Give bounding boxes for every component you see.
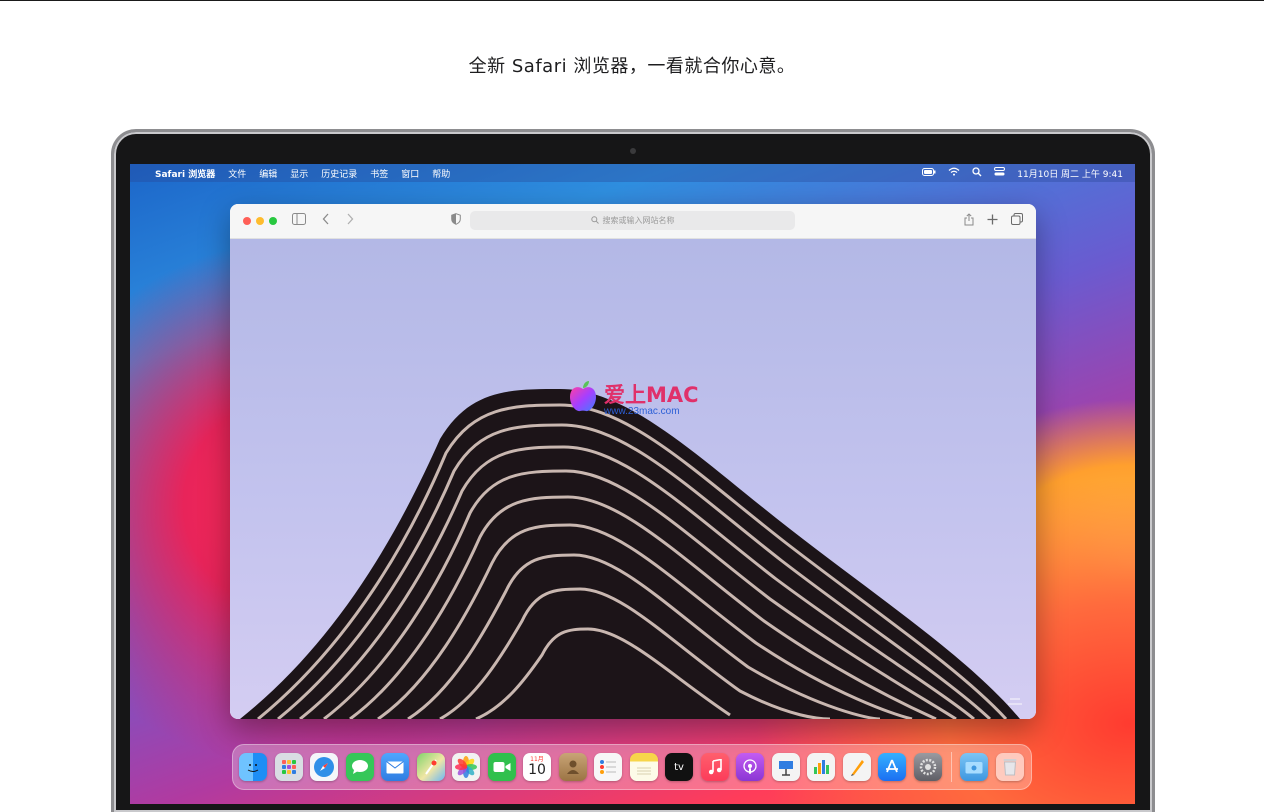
address-placeholder: 搜索或输入网站名称 <box>602 216 675 225</box>
privacy-shield-icon[interactable] <box>451 213 461 229</box>
camera-dot <box>630 148 636 154</box>
search-icon <box>590 215 599 226</box>
calendar-day: 10 <box>528 762 546 778</box>
launchpad-icon[interactable] <box>274 753 303 781</box>
numbers-icon[interactable] <box>807 753 835 781</box>
tv-label: tv <box>674 761 684 773</box>
battery-icon[interactable] <box>922 167 936 179</box>
tv-icon[interactable]: tv <box>665 753 693 781</box>
menu-history[interactable]: 历史记录 <box>321 167 357 180</box>
app-store-icon[interactable] <box>878 753 906 781</box>
browser-page-content: 爱上MAC www.23mac.com <box>230 239 1036 719</box>
watermark-url: www.23mac.com <box>604 406 680 417</box>
back-icon[interactable] <box>322 213 330 229</box>
facetime-icon[interactable] <box>487 753 516 781</box>
minimize-window-button[interactable] <box>256 217 264 225</box>
sidebar-icon[interactable] <box>292 213 306 229</box>
menu-bookmarks[interactable]: 书签 <box>370 167 388 180</box>
menu-help[interactable]: 帮助 <box>432 167 450 180</box>
new-tab-icon[interactable] <box>987 213 998 229</box>
safari-window: 搜索或输入网站名称 爱上MAC www.23mac.com <box>230 204 1036 719</box>
menu-view[interactable]: 显示 <box>290 167 308 180</box>
zoom-window-button[interactable] <box>269 217 277 225</box>
building-photo <box>240 389 1022 719</box>
apple-logo-icon <box>570 381 596 412</box>
mail-icon[interactable] <box>381 753 409 781</box>
safari-icon[interactable] <box>310 753 338 781</box>
keynote-icon[interactable] <box>771 753 800 781</box>
system-preferences-icon[interactable] <box>913 753 942 781</box>
control-center-icon[interactable] <box>994 167 1006 179</box>
notes-icon[interactable] <box>629 753 658 781</box>
address-bar[interactable]: 搜索或输入网站名称 <box>470 211 795 230</box>
trash-icon[interactable] <box>995 753 1024 781</box>
laptop-frame: Safari 浏览器 文件 编辑 显示 历史记录 书签 窗口 帮助 11月10日… <box>114 132 1152 812</box>
photos-icon[interactable] <box>452 753 480 781</box>
pages-icon[interactable] <box>842 753 871 781</box>
contacts-icon[interactable] <box>558 753 587 781</box>
music-icon[interactable] <box>700 753 729 781</box>
messages-icon[interactable] <box>345 753 374 781</box>
page-headline: 全新 Safari 浏览器，一看就合你心意。 <box>468 56 796 77</box>
tabs-overview-icon[interactable] <box>1011 213 1023 229</box>
share-icon[interactable] <box>964 213 974 230</box>
spotlight-icon[interactable] <box>972 166 982 180</box>
wifi-icon[interactable] <box>948 167 960 179</box>
top-rule <box>0 0 1264 1</box>
calendar-icon[interactable]: 11月 10 <box>523 753 551 781</box>
watermark-title: 爱上MAC <box>604 383 699 407</box>
downloads-folder-icon[interactable] <box>960 753 988 781</box>
browser-toolbar: 搜索或输入网站名称 <box>230 204 1036 239</box>
menubar-clock[interactable]: 11月10日 周二 上午 9:41 <box>1017 167 1123 180</box>
forward-icon[interactable] <box>346 213 354 229</box>
menu-file[interactable]: 文件 <box>228 167 246 180</box>
dock: 11月 10 tv <box>232 744 1032 790</box>
close-window-button[interactable] <box>243 217 251 225</box>
menu-edit[interactable]: 编辑 <box>259 167 277 180</box>
desktop-screen: Safari 浏览器 文件 编辑 显示 历史记录 书签 窗口 帮助 11月10日… <box>130 164 1135 804</box>
podcasts-icon[interactable] <box>736 753 764 781</box>
maps-icon[interactable] <box>416 753 445 781</box>
menu-window[interactable]: 窗口 <box>401 167 419 180</box>
menu-bar: Safari 浏览器 文件 编辑 显示 历史记录 书签 窗口 帮助 11月10日… <box>130 164 1135 182</box>
finder-icon[interactable] <box>239 753 267 781</box>
reminders-icon[interactable] <box>594 753 622 781</box>
menu-app-name[interactable]: Safari 浏览器 <box>155 167 215 180</box>
dock-separator <box>951 752 952 782</box>
